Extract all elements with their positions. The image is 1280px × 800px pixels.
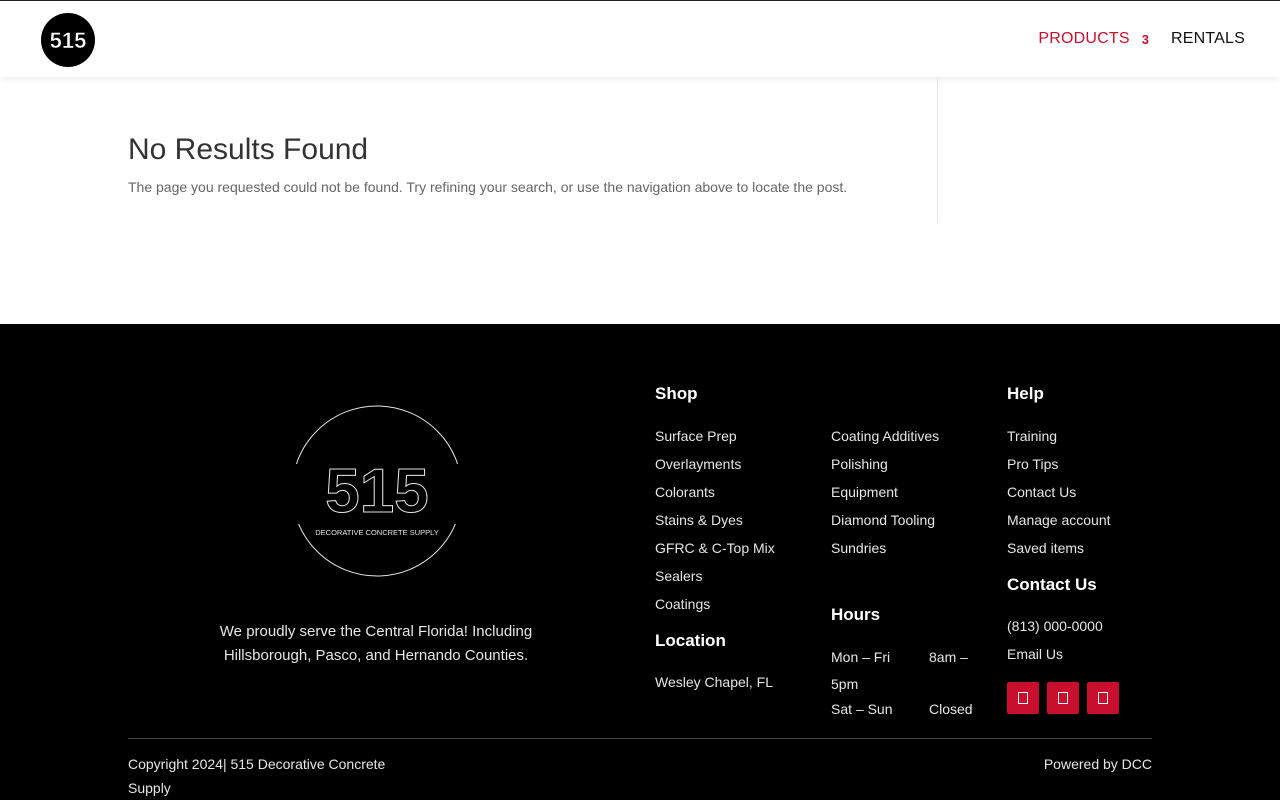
shop-link[interactable]: Overlayments xyxy=(655,450,775,478)
contact-heading: Contact Us xyxy=(1007,575,1097,594)
main-nav: PRODUCTS 3 RENTALS xyxy=(1038,30,1245,48)
shop-link[interactable]: Polishing xyxy=(831,450,939,478)
site-footer: 515 DECORATIVE CONCRETE SUPPLY We proudl… xyxy=(0,324,1280,800)
hours-weekday-label: Mon – Fri xyxy=(831,649,891,665)
help-link-contact[interactable]: Contact Us xyxy=(1007,478,1111,506)
help-link-training[interactable]: Training xyxy=(1007,422,1111,450)
nav-products-link[interactable]: PRODUCTS xyxy=(1038,30,1129,48)
shop-links-col1: Surface Prep Overlayments Colorants Stai… xyxy=(655,422,775,618)
shop-link[interactable]: Diamond Tooling xyxy=(831,506,939,534)
footer-tagline: We proudly serve the Central Florida! In… xyxy=(219,623,533,664)
nav-rentals-link[interactable]: RENTALS xyxy=(1171,30,1245,48)
footer-divider xyxy=(128,738,1152,739)
site-header: 515 PRODUCTS 3 RENTALS xyxy=(0,0,1280,77)
page-title: No Results Found xyxy=(128,133,369,166)
location-value: Wesley Chapel, FL xyxy=(655,674,774,690)
social-icon-1[interactable] xyxy=(1007,682,1039,714)
footer-logo-text: 515 xyxy=(325,457,428,526)
help-link-saved-items[interactable]: Saved items xyxy=(1007,534,1111,562)
location-heading: Location xyxy=(655,631,726,650)
shop-link[interactable]: Equipment xyxy=(831,478,939,506)
shop-links-col2: Coating Additives Polishing Equipment Di… xyxy=(831,422,939,562)
shop-link[interactable]: Colorants xyxy=(655,478,775,506)
shop-link[interactable]: Coating Additives xyxy=(831,422,939,450)
social-icon-2[interactable] xyxy=(1047,682,1079,714)
site-logo[interactable]: 515 xyxy=(40,12,96,68)
footer-logo-subtext: DECORATIVE CONCRETE SUPPLY xyxy=(315,528,439,537)
hours-heading: Hours xyxy=(831,605,881,624)
copyright-text: Copyright 2024| 515 Decorative Concrete … xyxy=(128,756,386,796)
shop-link[interactable]: Stains & Dyes xyxy=(655,506,775,534)
help-heading: Help xyxy=(1007,384,1044,403)
contact-phone[interactable]: (813) 000-0000 xyxy=(1007,618,1103,634)
shop-link[interactable]: Sundries xyxy=(831,534,939,562)
social-icon-3[interactable] xyxy=(1087,682,1119,714)
shop-link[interactable]: Sealers xyxy=(655,562,775,590)
shop-link[interactable]: Surface Prep xyxy=(655,422,775,450)
not-found-message: The page you requested could not be foun… xyxy=(128,179,848,195)
hours-block: Mon – Fri 8am – 5pm Sat – Sun Closed xyxy=(831,644,991,721)
footer-logo: 515 DECORATIVE CONCRETE SUPPLY xyxy=(290,405,464,577)
products-count-badge: 3 xyxy=(1141,31,1149,47)
hours-weekend-label: Sat – Sun xyxy=(831,701,893,717)
social-icons xyxy=(1007,682,1119,714)
help-links: Training Pro Tips Contact Us Manage acco… xyxy=(1007,422,1111,562)
shop-link[interactable]: GFRC & C-Top Mix xyxy=(655,534,775,562)
shop-heading: Shop xyxy=(655,384,698,403)
main-content: No Results Found The page you requested … xyxy=(0,77,1280,324)
powered-by-text: Powered by DCC xyxy=(1043,756,1152,772)
help-link-pro-tips[interactable]: Pro Tips xyxy=(1007,450,1111,478)
contact-email-link[interactable]: Email Us xyxy=(1007,646,1063,662)
help-link-manage-account[interactable]: Manage account xyxy=(1007,506,1111,534)
sidebar-divider xyxy=(937,77,938,223)
shop-link[interactable]: Coatings xyxy=(655,590,775,618)
logo-text: 515 xyxy=(50,28,87,53)
hours-weekend-value: Closed xyxy=(929,701,973,717)
